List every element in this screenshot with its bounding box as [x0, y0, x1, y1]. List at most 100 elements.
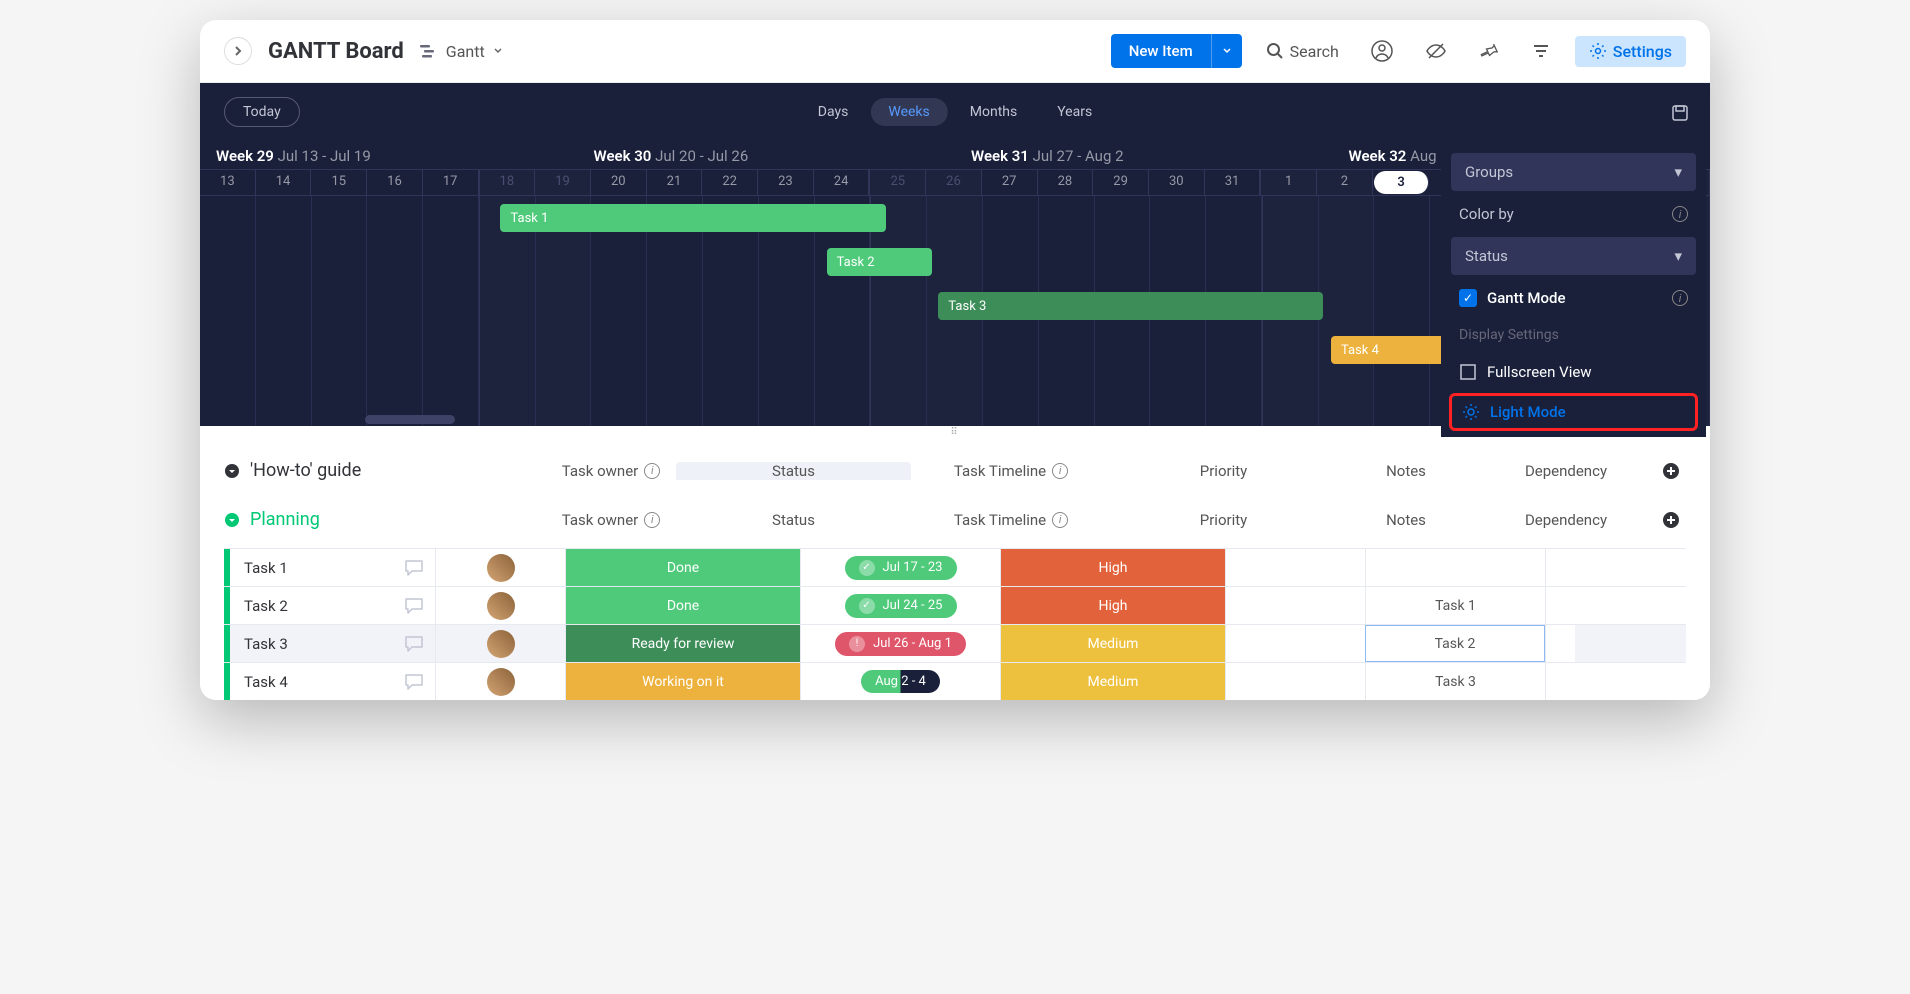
info-icon[interactable]: i — [1672, 206, 1688, 222]
horizontal-scrollbar[interactable] — [365, 415, 455, 424]
expand-sidebar-button[interactable] — [224, 37, 252, 65]
status-cell[interactable]: Ready for review — [565, 625, 800, 662]
notes-cell[interactable] — [1225, 663, 1365, 700]
timeline-cell[interactable]: ✓Jul 24 - 25 — [800, 587, 1000, 624]
scale-tab-days[interactable]: Days — [800, 98, 867, 126]
notes-cell[interactable] — [1225, 587, 1365, 624]
chat-icon[interactable] — [403, 633, 425, 655]
day-cell[interactable]: 18 — [479, 170, 536, 195]
status-cell[interactable]: Done — [565, 549, 800, 586]
day-cell[interactable]: 13 — [200, 170, 256, 195]
day-cell[interactable]: 23 — [758, 170, 814, 195]
groups-select[interactable]: Groups ▾ — [1451, 153, 1696, 191]
day-cell[interactable]: 3 — [1374, 171, 1430, 194]
col-notes[interactable]: Notes — [1336, 511, 1476, 529]
day-cell[interactable]: 1 — [1260, 170, 1317, 195]
hide-button[interactable] — [1417, 36, 1455, 66]
status-cell[interactable]: Working on it — [565, 663, 800, 700]
col-priority[interactable]: Priority — [1111, 511, 1336, 529]
info-icon[interactable]: i — [1672, 290, 1688, 306]
col-owner[interactable]: Task owneri — [546, 462, 676, 480]
day-cell[interactable]: 17 — [423, 170, 479, 195]
dependency-cell[interactable]: Task 1 — [1365, 587, 1545, 624]
owner-cell[interactable] — [435, 587, 565, 624]
gantt-bar[interactable]: Task 1 — [500, 204, 885, 232]
add-column-button[interactable] — [1656, 511, 1686, 529]
owner-cell[interactable] — [435, 625, 565, 662]
timeline-cell[interactable]: Aug 2 - 4 — [800, 663, 1000, 700]
day-cell[interactable]: 30 — [1149, 170, 1205, 195]
new-item-button[interactable]: New Item — [1111, 34, 1211, 68]
gantt-bar[interactable]: Task 3 — [938, 292, 1323, 320]
col-dependency[interactable]: Dependency — [1476, 511, 1656, 529]
day-cell[interactable]: 26 — [926, 170, 982, 195]
color-by-select[interactable]: Status ▾ — [1451, 237, 1696, 275]
day-cell[interactable]: 21 — [647, 170, 703, 195]
scale-tab-weeks[interactable]: Weeks — [870, 98, 947, 126]
scale-tab-years[interactable]: Years — [1039, 98, 1110, 126]
col-priority[interactable]: Priority — [1111, 462, 1336, 480]
day-cell[interactable]: 15 — [311, 170, 367, 195]
add-column-button[interactable] — [1656, 462, 1686, 480]
task-name-cell[interactable]: Task 2 — [230, 587, 435, 624]
day-cell[interactable]: 20 — [591, 170, 647, 195]
new-item-dropdown[interactable] — [1211, 34, 1242, 68]
day-cell[interactable]: 24 — [814, 170, 870, 195]
table-row[interactable]: Task 4 Working on itAug 2 - 4Medium Task 3 — [224, 662, 1686, 700]
dependency-cell[interactable]: Task 2 — [1365, 625, 1545, 662]
scale-tab-months[interactable]: Months — [952, 98, 1035, 126]
chat-icon[interactable] — [403, 557, 425, 579]
group-name[interactable]: 'How-to' guide — [250, 460, 361, 481]
day-cell[interactable]: 14 — [256, 170, 312, 195]
task-name-cell[interactable]: Task 4 — [230, 663, 435, 700]
task-name-cell[interactable]: Task 3 — [230, 625, 435, 662]
priority-cell[interactable]: Medium — [1000, 625, 1225, 662]
dependency-cell[interactable] — [1365, 549, 1545, 586]
col-status[interactable]: Status — [676, 511, 911, 529]
day-cell[interactable]: 31 — [1205, 170, 1261, 195]
day-cell[interactable]: 27 — [982, 170, 1038, 195]
settings-button[interactable]: Settings — [1575, 36, 1686, 67]
priority-cell[interactable]: High — [1000, 549, 1225, 586]
status-cell[interactable]: Done — [565, 587, 800, 624]
day-cell[interactable]: 16 — [367, 170, 423, 195]
notes-cell[interactable] — [1225, 549, 1365, 586]
timeline-cell[interactable]: !Jul 26 - Aug 1 — [800, 625, 1000, 662]
col-dependency[interactable]: Dependency — [1476, 462, 1656, 480]
person-filter-button[interactable] — [1363, 36, 1401, 66]
task-name-cell[interactable]: Task 1 — [230, 549, 435, 586]
priority-cell[interactable]: High — [1000, 587, 1225, 624]
col-notes[interactable]: Notes — [1336, 462, 1476, 480]
table-row[interactable]: Task 3 Ready for review!Jul 26 - Aug 1Med… — [224, 624, 1686, 662]
filter-button[interactable] — [1523, 37, 1559, 65]
group-name[interactable]: Planning — [250, 509, 320, 530]
day-cell[interactable]: 25 — [869, 170, 926, 195]
collapse-toggle[interactable] — [224, 463, 240, 479]
fullscreen-row[interactable]: Fullscreen View — [1445, 353, 1702, 391]
col-owner[interactable]: Task owneri — [546, 511, 676, 529]
col-status[interactable]: Status — [676, 462, 911, 480]
gantt-bar[interactable]: Task 2 — [827, 248, 933, 276]
day-cell[interactable]: 2 — [1317, 170, 1373, 195]
pin-button[interactable] — [1471, 37, 1507, 65]
notes-cell[interactable] — [1225, 625, 1365, 662]
view-selector[interactable]: Gantt — [420, 42, 503, 61]
gantt-mode-checkbox[interactable]: ✓ — [1459, 289, 1477, 307]
owner-cell[interactable] — [435, 549, 565, 586]
day-cell[interactable]: 28 — [1038, 170, 1094, 195]
day-cell[interactable]: 22 — [702, 170, 758, 195]
chat-icon[interactable] — [403, 671, 425, 693]
light-mode-row[interactable]: Light Mode — [1449, 393, 1698, 431]
collapse-toggle[interactable] — [224, 512, 240, 528]
col-timeline[interactable]: Task Timelinei — [911, 462, 1111, 480]
priority-cell[interactable]: Medium — [1000, 663, 1225, 700]
owner-cell[interactable] — [435, 663, 565, 700]
day-cell[interactable]: 29 — [1093, 170, 1149, 195]
dependency-cell[interactable]: Task 3 — [1365, 663, 1545, 700]
search-button[interactable]: Search — [1258, 38, 1347, 65]
table-row[interactable]: Task 2 Done✓Jul 24 - 25High Task 1 — [224, 586, 1686, 624]
export-button[interactable] — [1670, 103, 1690, 123]
chat-icon[interactable] — [403, 595, 425, 617]
today-button[interactable]: Today — [224, 97, 300, 127]
col-timeline[interactable]: Task Timelinei — [911, 511, 1111, 529]
